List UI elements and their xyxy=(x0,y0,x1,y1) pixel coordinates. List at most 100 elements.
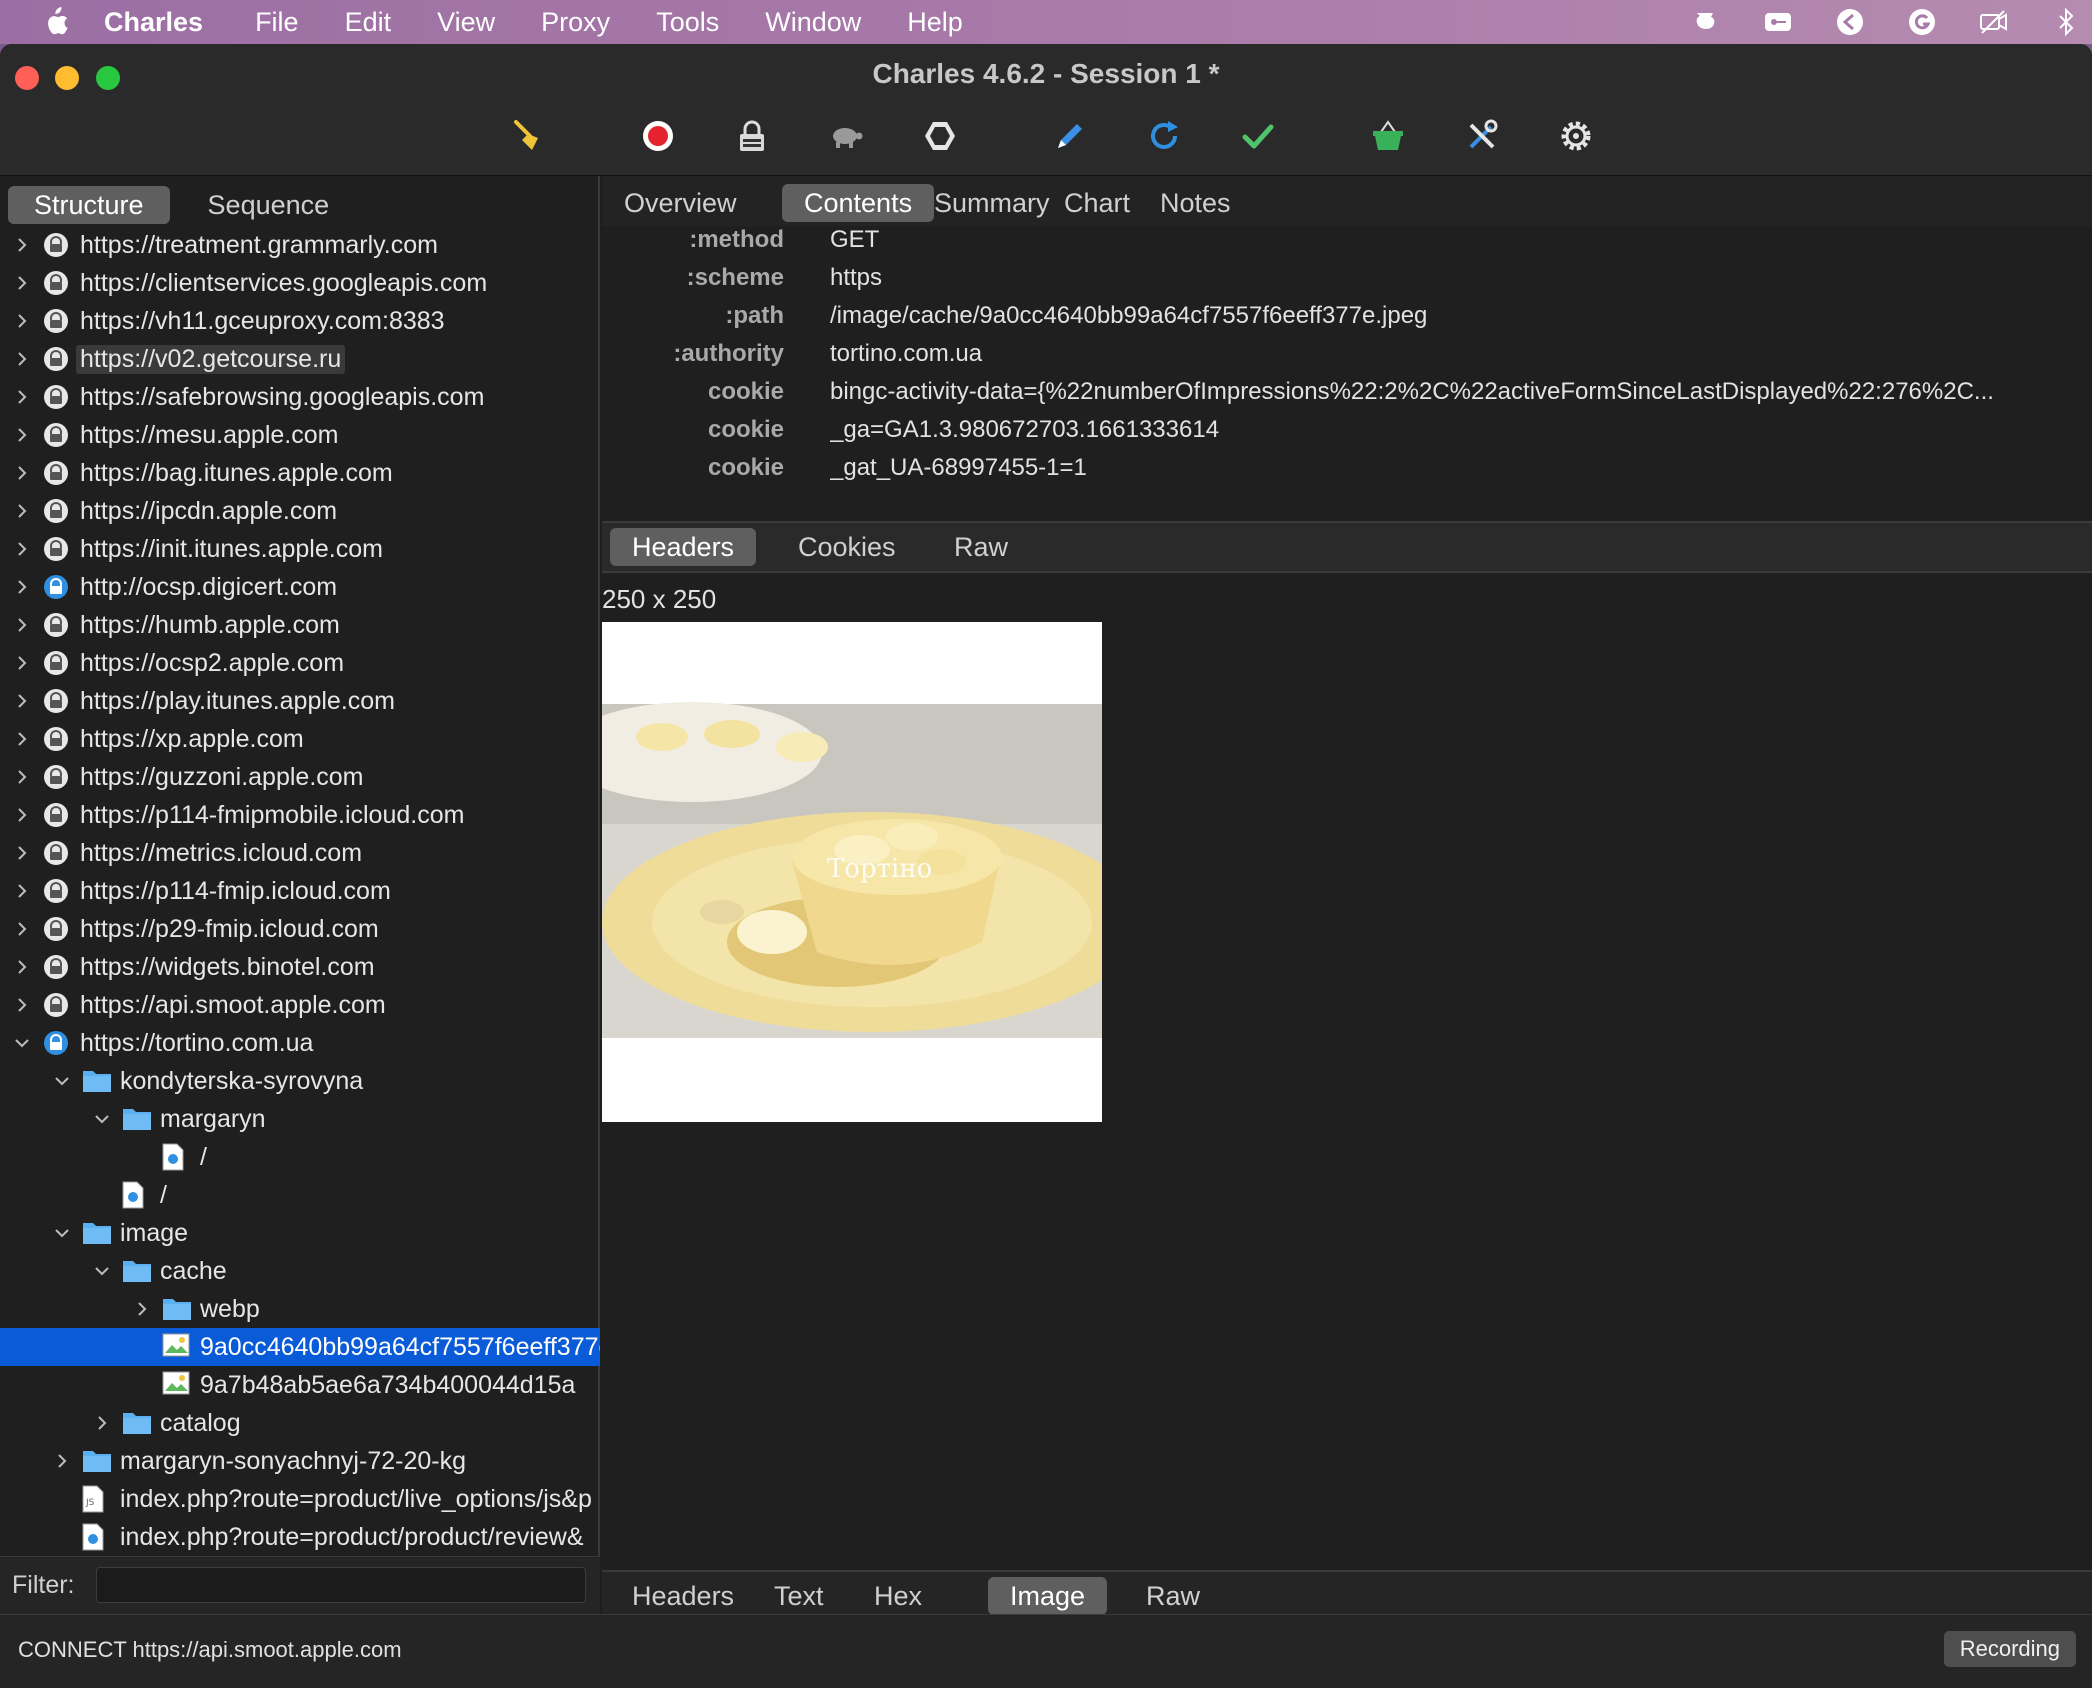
resp-tab-image[interactable]: Image xyxy=(988,1577,1108,1615)
chevron-right-icon[interactable] xyxy=(52,1451,72,1471)
back-arrow-icon[interactable] xyxy=(1834,6,1866,38)
host-row[interactable]: https://treatment.grammarly.com xyxy=(0,226,600,264)
folder-row[interactable]: catalog xyxy=(0,1404,600,1442)
charles-jug-icon[interactable] xyxy=(1690,6,1722,38)
repeat-icon[interactable] xyxy=(1144,116,1184,156)
vpn-key-icon[interactable] xyxy=(1762,6,1794,38)
breakpoint-icon[interactable] xyxy=(920,116,960,156)
sequence-tab[interactable]: Sequence xyxy=(182,186,356,224)
menu-edit[interactable]: Edit xyxy=(345,7,392,38)
host-row[interactable]: https://clientservices.googleapis.com xyxy=(0,264,600,302)
recording-button[interactable]: Recording xyxy=(1943,1631,2076,1667)
validate-check-icon[interactable] xyxy=(1238,116,1278,156)
host-row[interactable]: https://guzzoni.apple.com xyxy=(0,758,600,796)
file-row[interactable]: / xyxy=(0,1176,600,1214)
host-row[interactable]: http://ocsp.digicert.com xyxy=(0,568,600,606)
host-row[interactable]: https://safebrowsing.googleapis.com xyxy=(0,378,600,416)
subtab-cookies[interactable]: Cookies xyxy=(776,528,918,566)
chevron-right-icon[interactable] xyxy=(12,805,32,825)
tools-icon[interactable] xyxy=(1462,116,1502,156)
settings-gear-icon[interactable] xyxy=(1556,116,1596,156)
chevron-right-icon[interactable] xyxy=(12,995,32,1015)
host-row[interactable]: https://play.itunes.apple.com xyxy=(0,682,600,720)
host-row[interactable]: https://p114-fmip.icloud.com xyxy=(0,872,600,910)
menu-view[interactable]: View xyxy=(437,7,495,38)
menu-file[interactable]: File xyxy=(255,7,299,38)
chevron-right-icon[interactable] xyxy=(132,1299,152,1319)
tab-chart[interactable]: Chart xyxy=(1042,184,1152,222)
folder-row[interactable]: kondyterska-syrovyna xyxy=(0,1062,600,1100)
menu-proxy[interactable]: Proxy xyxy=(541,7,610,38)
resp-tab-text[interactable]: Text xyxy=(752,1577,846,1615)
host-row[interactable]: https://p29-fmip.icloud.com xyxy=(0,910,600,948)
filter-input[interactable] xyxy=(96,1567,586,1603)
host-row[interactable]: https://init.itunes.apple.com xyxy=(0,530,600,568)
chevron-right-icon[interactable] xyxy=(12,349,32,369)
host-row[interactable]: https://widgets.binotel.com xyxy=(0,948,600,986)
chevron-right-icon[interactable] xyxy=(12,463,32,483)
chevron-right-icon[interactable] xyxy=(12,235,32,255)
folder-row[interactable]: margaryn xyxy=(0,1100,600,1138)
camera-off-icon[interactable] xyxy=(1978,6,2010,38)
tab-notes[interactable]: Notes xyxy=(1138,184,1253,222)
host-row[interactable]: https://api.smoot.apple.com xyxy=(0,986,600,1024)
chevron-right-icon[interactable] xyxy=(12,273,32,293)
host-row[interactable]: https://humb.apple.com xyxy=(0,606,600,644)
menu-window[interactable]: Window xyxy=(765,7,861,38)
chevron-right-icon[interactable] xyxy=(12,767,32,787)
resp-tab-raw[interactable]: Raw xyxy=(1124,1577,1222,1615)
chevron-down-icon[interactable] xyxy=(92,1261,112,1281)
chevron-right-icon[interactable] xyxy=(12,653,32,673)
host-row[interactable]: https://p114-fmipmobile.icloud.com xyxy=(0,796,600,834)
host-row[interactable]: https://xp.apple.com xyxy=(0,720,600,758)
chevron-right-icon[interactable] xyxy=(12,311,32,331)
chevron-right-icon[interactable] xyxy=(92,1413,112,1433)
host-row[interactable]: https://vh11.gceuproxy.com:8383 xyxy=(0,302,600,340)
resp-tab-hex[interactable]: Hex xyxy=(852,1577,944,1615)
folder-row[interactable]: margaryn-sonyachnyj-72-20-kg xyxy=(0,1442,600,1480)
chevron-right-icon[interactable] xyxy=(12,577,32,597)
ssl-lock-icon[interactable] xyxy=(732,116,772,156)
chevron-right-icon[interactable] xyxy=(12,729,32,749)
file-row[interactable]: 9a7b48ab5ae6a734b400044d15a xyxy=(0,1366,600,1404)
menu-app-name[interactable]: Charles xyxy=(104,7,203,38)
throttle-turtle-icon[interactable] xyxy=(826,116,866,156)
folder-row[interactable]: cache xyxy=(0,1252,600,1290)
file-row[interactable]: index.php?route=product/product/review& xyxy=(0,1518,600,1556)
folder-row[interactable]: image xyxy=(0,1214,600,1252)
chevron-down-icon[interactable] xyxy=(52,1223,72,1243)
host-row[interactable]: https://ocsp2.apple.com xyxy=(0,644,600,682)
file-row[interactable]: / xyxy=(0,1138,600,1176)
file-row[interactable]: 9a0cc4640bb99a64cf7557f6eeff377e.jpeg xyxy=(0,1328,600,1366)
menu-help[interactable]: Help xyxy=(907,7,963,38)
chevron-right-icon[interactable] xyxy=(12,539,32,559)
chevron-right-icon[interactable] xyxy=(12,919,32,939)
basket-icon[interactable] xyxy=(1368,116,1408,156)
chevron-right-icon[interactable] xyxy=(12,501,32,521)
bluetooth-icon[interactable] xyxy=(2050,6,2082,38)
chevron-right-icon[interactable] xyxy=(12,843,32,863)
menu-tools[interactable]: Tools xyxy=(656,7,719,38)
chevron-right-icon[interactable] xyxy=(12,425,32,445)
tab-overview[interactable]: Overview xyxy=(602,184,759,222)
subtab-raw[interactable]: Raw xyxy=(932,528,1030,566)
host-row[interactable]: https://mesu.apple.com xyxy=(0,416,600,454)
chevron-right-icon[interactable] xyxy=(12,881,32,901)
apple-logo-icon[interactable] xyxy=(40,6,70,38)
record-icon[interactable] xyxy=(638,116,678,156)
broom-icon[interactable] xyxy=(508,116,548,156)
structure-tab[interactable]: Structure xyxy=(8,186,170,224)
chevron-right-icon[interactable] xyxy=(12,615,32,635)
file-row[interactable]: JS index.php?route=product/live_options/j… xyxy=(0,1480,600,1518)
request-headers-table[interactable]: :method GET :scheme https :path /image/c… xyxy=(602,226,2092,526)
folder-row[interactable]: webp xyxy=(0,1290,600,1328)
chevron-down-icon[interactable] xyxy=(92,1109,112,1129)
chevron-down-icon[interactable] xyxy=(52,1071,72,1091)
subtab-headers[interactable]: Headers xyxy=(610,528,757,566)
compose-pen-icon[interactable] xyxy=(1050,116,1090,156)
grammarly-icon[interactable] xyxy=(1906,6,1938,38)
host-row[interactable]: https://v02.getcourse.ru xyxy=(0,340,600,378)
host-row[interactable]: https://ipcdn.apple.com xyxy=(0,492,600,530)
resp-tab-headers[interactable]: Headers xyxy=(610,1577,756,1615)
host-row[interactable]: https://bag.itunes.apple.com xyxy=(0,454,600,492)
